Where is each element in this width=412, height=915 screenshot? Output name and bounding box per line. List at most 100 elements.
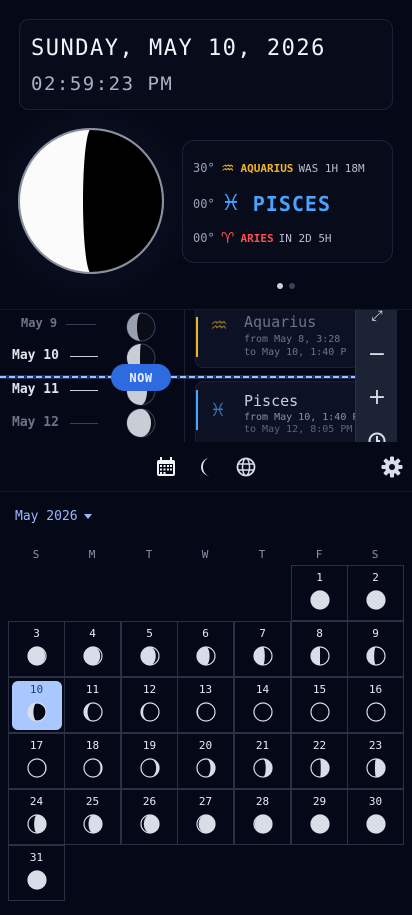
pisces-icon: ♓ [221, 191, 241, 216]
timeline-tick [70, 423, 98, 424]
moon-phase-icon [310, 702, 330, 722]
calendar-day[interactable]: 5 [121, 621, 178, 677]
zodiac-current: 00° ♓ PISCES [193, 191, 331, 216]
calendar-day[interactable]: 8 [291, 621, 348, 677]
timeline-day-label: May 12 [12, 415, 59, 430]
now-indicator-line [0, 375, 356, 379]
aries-icon: ♈ [221, 229, 235, 247]
calendar-day[interactable]: 15 [291, 677, 348, 733]
calendar-day[interactable]: 20 [177, 733, 234, 789]
calendar-day[interactable]: 24 [8, 789, 65, 845]
moon-phase-icon [27, 646, 47, 666]
calendar-day[interactable]: 4 [64, 621, 121, 677]
aquarius-icon: ♒ [221, 159, 235, 177]
timeline-segment-pisces[interactable]: ♓ Pisces from May 10, 1:40 P to May 12, … [195, 381, 360, 442]
moon-phase-icon [253, 646, 273, 666]
degree: 00° [193, 196, 215, 211]
calendar-day[interactable]: 22 [291, 733, 348, 789]
gear-icon[interactable] [381, 456, 403, 478]
calendar-day-selected[interactable]: 10 [8, 677, 65, 733]
calendar-day[interactable]: 14 [234, 677, 291, 733]
moon-phase-icon [366, 702, 386, 722]
zodiac-relative-time: IN 2D 5H [278, 231, 332, 245]
calendar-day[interactable]: 23 [347, 733, 404, 789]
calendar-day[interactable]: 29 [291, 789, 348, 845]
day-number: 14 [255, 683, 270, 696]
day-number: 22 [312, 739, 327, 752]
moon-icon[interactable] [196, 456, 218, 478]
current-date: SUNDAY, MAY 10, 2026 [31, 36, 326, 61]
segment-to: to May 12, 8:05 PM [244, 424, 353, 435]
moon-phase-icon [366, 814, 386, 834]
timeline-day-label: May 11 [12, 382, 59, 397]
month-selector[interactable]: May 2026 [15, 509, 92, 524]
calendar-day[interactable]: 17 [8, 733, 65, 789]
calendar-day[interactable]: 26 [121, 789, 178, 845]
day-number: 27 [198, 795, 213, 808]
segment-color-bar [196, 317, 198, 357]
calendar-day[interactable]: 6 [177, 621, 234, 677]
timeline-segment-aquarius[interactable]: ♒ Aquarius from May 8, 3:28 to May 10, 1… [195, 310, 360, 368]
zodiac-name: AQUARIUS [240, 161, 294, 175]
calendar-day[interactable]: 31 [8, 845, 65, 901]
moon-phase-icon [140, 758, 160, 778]
calendar-day[interactable]: 13 [177, 677, 234, 733]
moon-phase-icon [366, 758, 386, 778]
day-number: 29 [312, 795, 327, 808]
day-number: 5 [146, 627, 153, 640]
zodiac-card[interactable]: 30° ♒ AQUARIUS WAS 1H 18M 00° ♓ PISCES 0… [182, 140, 393, 263]
zodiac-name: ARIES [240, 231, 274, 245]
calendar-day[interactable]: 19 [121, 733, 178, 789]
weekday-label: S [371, 548, 379, 561]
calendar-day[interactable]: 30 [347, 789, 404, 845]
moon-phase-icon [140, 814, 160, 834]
day-number: 18 [85, 739, 100, 752]
timeline-tick [70, 356, 98, 357]
aquarius-icon: ♒ [210, 313, 228, 337]
page-indicator[interactable] [277, 283, 295, 289]
zodiac-name: PISCES [252, 191, 331, 216]
page-dot[interactable] [289, 283, 295, 289]
page-dot-active[interactable] [277, 283, 283, 289]
calendar-day[interactable]: 7 [234, 621, 291, 677]
calendar-day[interactable]: 1 [291, 565, 348, 621]
calendar-day[interactable]: 3 [8, 621, 65, 677]
calendar-day[interactable]: 28 [234, 789, 291, 845]
moon-phase-icon [310, 814, 330, 834]
calendar-day[interactable]: 18 [64, 733, 121, 789]
calendar-day[interactable]: 27 [177, 789, 234, 845]
moon-phase-icon [126, 408, 156, 438]
calendar-day[interactable]: 11 [64, 677, 121, 733]
day-number: 12 [142, 683, 157, 696]
calendar-day[interactable]: 9 [347, 621, 404, 677]
calendar-day[interactable]: 21 [234, 733, 291, 789]
day-number: 15 [312, 683, 327, 696]
day-number: 2 [372, 571, 379, 584]
calendar-day[interactable]: 25 [64, 789, 121, 845]
now-button[interactable]: NOW [111, 364, 171, 391]
zodiac-timeline[interactable]: May 9 May 10 May 11 May 12 ♒ Aquarius fr… [0, 309, 412, 442]
day-number: 7 [259, 627, 266, 640]
datetime-card: SUNDAY, MAY 10, 2026 02:59:23 PM [19, 19, 393, 110]
pisces-icon: ♓ [210, 400, 227, 421]
moon-phase-icon [83, 758, 103, 778]
fit-view-button[interactable]: ⤢ [356, 310, 398, 324]
calendar-day[interactable]: 16 [347, 677, 404, 733]
zoom-in-button[interactable]: + [356, 385, 398, 410]
moon-phase-icon [196, 758, 216, 778]
timeline-tick [66, 324, 96, 325]
moon-phase-icon [83, 702, 103, 722]
calendar-day[interactable]: 12 [121, 677, 178, 733]
zoom-out-button[interactable]: − [356, 342, 398, 367]
calendar-day[interactable]: 2 [347, 565, 404, 621]
clock-icon[interactable] [368, 432, 386, 442]
calendar-icon[interactable] [155, 456, 177, 478]
moon-phase-icon [196, 702, 216, 722]
weekday-label: M [88, 548, 96, 561]
timeline-day-label: May 9 [21, 316, 58, 330]
segment-from: from May 10, 1:40 P [244, 412, 359, 423]
globe-icon[interactable] [235, 456, 257, 478]
current-time: 02:59:23 PM [31, 73, 174, 95]
moon-phase-icon [83, 814, 103, 834]
day-number: 16 [368, 683, 383, 696]
